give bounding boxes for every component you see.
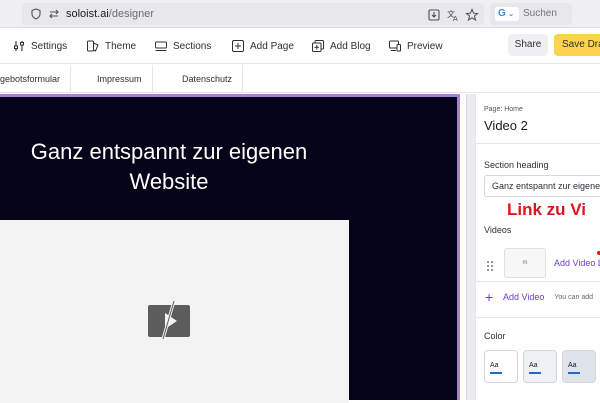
add-page-icon — [231, 39, 245, 53]
sections-button[interactable]: Sections — [154, 37, 211, 55]
url-text[interactable]: soloist.ai/designer — [66, 7, 154, 21]
tab-impressum[interactable]: Impressum — [87, 65, 153, 93]
add-blog-button[interactable]: Add Blog — [311, 37, 371, 55]
add-page-button[interactable]: Add Page — [231, 37, 294, 55]
permissions-icon[interactable] — [48, 8, 60, 20]
section-settings-panel: Page: Home Video 2 Section heading Ganz … — [475, 94, 600, 400]
swatch-text: Aa — [490, 362, 499, 369]
share-button[interactable]: Share — [508, 34, 548, 56]
section-heading-input[interactable]: Ganz entspannt zur eigenen — [484, 175, 600, 197]
google-icon: G — [498, 8, 506, 19]
save-page-icon[interactable] — [427, 8, 441, 22]
video-thumbnail[interactable]: m — [504, 248, 546, 278]
preview-label: Preview — [407, 40, 443, 52]
videos-label: Videos — [484, 225, 512, 235]
sliders-icon — [12, 39, 26, 53]
translate-icon[interactable]: 文A — [446, 8, 460, 23]
add-video-row: + Add Video You can add — [485, 290, 594, 304]
add-video-button[interactable]: Add Video — [503, 292, 544, 302]
canvas-scrollbar[interactable] — [466, 94, 475, 400]
url-bar[interactable]: soloist.ai/designer 文A — [22, 3, 484, 25]
search-box[interactable]: G ⌄ Suchen — [490, 3, 572, 25]
search-placeholder: Suchen — [523, 8, 557, 19]
video-off-icon — [148, 300, 190, 340]
swatch-text: Aa — [568, 362, 577, 369]
sections-label: Sections — [173, 40, 212, 52]
url-domain: soloist.ai — [66, 8, 109, 20]
add-page-label: Add Page — [250, 40, 294, 52]
preview-button[interactable]: Preview — [388, 37, 443, 55]
search-engine-selector[interactable]: G ⌄ — [495, 7, 519, 21]
divider — [476, 143, 600, 144]
hero-heading[interactable]: Ganz entspannt zur eigenen Website — [0, 137, 338, 197]
theme-button[interactable]: Theme — [86, 37, 136, 55]
plus-icon[interactable]: + — [485, 290, 497, 304]
shield-icon[interactable] — [30, 8, 42, 20]
theme-icon — [86, 39, 100, 53]
bookmark-star-icon[interactable] — [465, 8, 479, 22]
url-path: /designer — [108, 8, 155, 20]
section-title: Video 2 — [484, 118, 528, 133]
save-draft-button[interactable]: Save Dra — [554, 34, 600, 56]
swatch-accent — [568, 372, 580, 374]
settings-button[interactable]: Settings — [12, 37, 67, 55]
sections-icon — [154, 39, 168, 53]
video-placeholder[interactable] — [0, 220, 349, 403]
swatch-text: Aa — [529, 362, 538, 369]
divider — [476, 317, 600, 318]
color-label: Color — [484, 331, 506, 341]
page-tabs: gebotsformular Impressum Datenschutz — [0, 65, 600, 93]
color-swatch-3[interactable]: Aa — [562, 350, 596, 383]
add-blog-label: Add Blog — [330, 40, 371, 52]
divider — [476, 281, 600, 282]
browser-toolbar: soloist.ai/designer 文A G ⌄ Suchen — [0, 0, 600, 28]
color-swatch-2[interactable]: Aa — [523, 350, 557, 383]
tab-datenschutz[interactable]: Datenschutz — [172, 65, 244, 93]
swatch-accent — [490, 372, 502, 374]
preview-icon — [388, 39, 402, 53]
section-heading-label: Section heading — [484, 160, 549, 170]
swatch-accent — [529, 372, 541, 374]
drag-handle-icon[interactable] — [486, 259, 494, 271]
video-section[interactable]: Ganz entspannt zur eigenen Website — [0, 94, 460, 403]
tab-angebotsformular[interactable]: gebotsformular — [0, 65, 72, 93]
theme-label: Theme — [105, 40, 137, 52]
page-label: Page: Home — [484, 106, 523, 113]
chevron-down-icon: ⌄ — [507, 9, 515, 18]
svg-text:A: A — [453, 15, 458, 22]
add-blog-icon — [311, 39, 325, 53]
annotation-text: Link zu Vi — [507, 200, 587, 219]
color-swatch-1[interactable]: Aa — [484, 350, 518, 383]
add-video-hint: You can add — [554, 293, 594, 301]
page-canvas: Ganz entspannt zur eigenen Website — [0, 94, 466, 403]
add-video-link[interactable]: Add Video L — [554, 258, 600, 268]
settings-label: Settings — [31, 40, 68, 52]
